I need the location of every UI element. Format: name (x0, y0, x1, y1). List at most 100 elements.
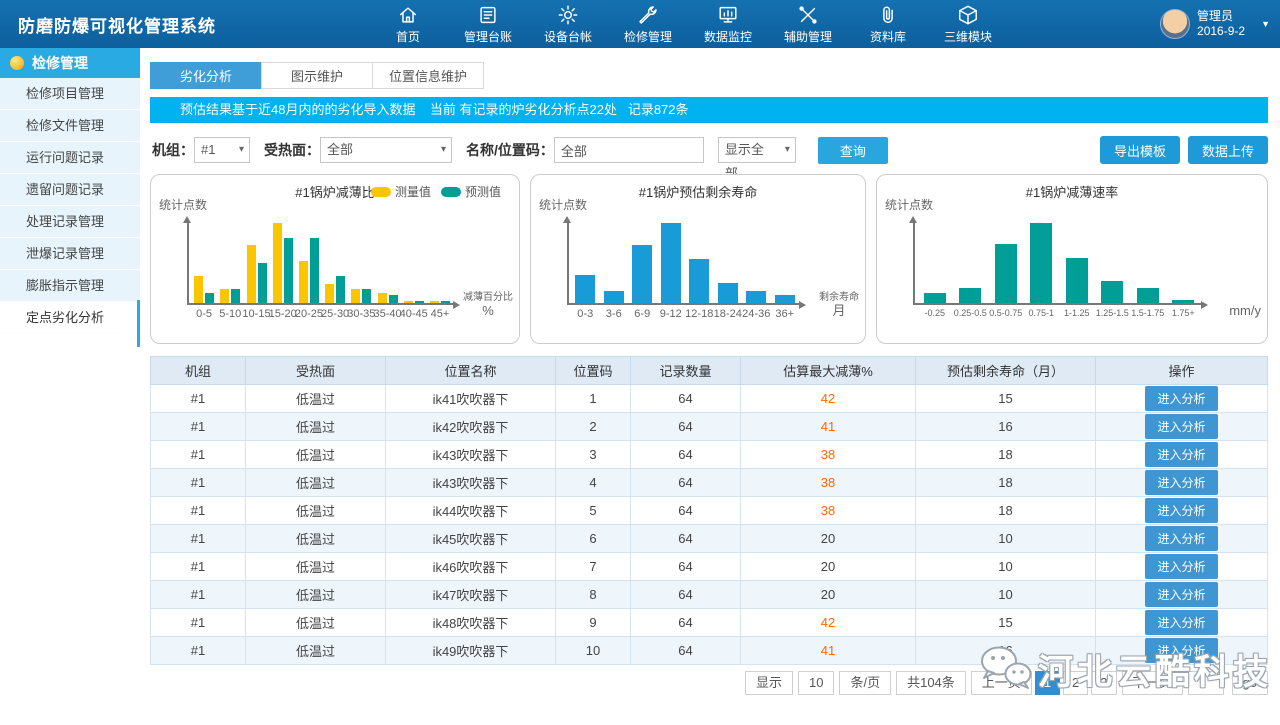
enter-analysis-button[interactable]: 进入分析 (1145, 526, 1217, 551)
enter-analysis-button[interactable]: 进入分析 (1145, 638, 1217, 663)
enter-analysis-button[interactable]: 进入分析 (1145, 498, 1217, 523)
sidebar-item-4[interactable]: 处理记录管理 (0, 206, 140, 238)
table-row-4: #1低温过ik44吹吹器下5643818进入分析 (151, 497, 1268, 525)
chevron-down-icon[interactable]: ▼ (1261, 19, 1270, 29)
cell-surface: 低温过 (246, 497, 386, 525)
surface-select[interactable]: 全部 (320, 137, 452, 163)
cell-code: 5 (556, 497, 631, 525)
nav-item-tools[interactable]: 辅助管理 (768, 4, 848, 45)
bar (430, 301, 439, 303)
nav-item-label: 设备台帐 (544, 28, 592, 45)
chart-x-unit: mm/y (1229, 304, 1261, 317)
unit-select[interactable]: #1 (194, 137, 250, 163)
axis-tick-label: 9-12 (660, 308, 682, 320)
unit-label: 机组： (152, 140, 194, 160)
enter-analysis-button[interactable]: 进入分析 (1145, 610, 1217, 635)
enter-analysis-button[interactable]: 进入分析 (1145, 554, 1217, 579)
cell-action: 进入分析 (1096, 385, 1268, 413)
sidebar-item-3[interactable]: 遗留问题记录 (0, 174, 140, 206)
tools-icon (797, 4, 819, 26)
chart-plot: -0.250.25-0.50.5-0.750.75-11-1.251.25-1.… (913, 221, 1203, 305)
axis-tick-label: 20-25 (295, 308, 323, 320)
cell-life: 18 (916, 469, 1096, 497)
bar (336, 276, 345, 303)
sidebar-item-7[interactable]: 定点劣化分析 (0, 302, 140, 334)
export-template-button[interactable]: 导出模板 (1100, 136, 1180, 164)
sidebar-item-1[interactable]: 检修文件管理 (0, 110, 140, 142)
axis-tick-label: 1.75+ (1172, 308, 1195, 318)
bar (351, 289, 360, 303)
cell-unit: #1 (151, 637, 246, 665)
bar-group: 9-12 (657, 221, 686, 303)
cell-code: 4 (556, 469, 631, 497)
page-number-1[interactable]: 1 (1035, 671, 1060, 695)
table-row-0: #1低温过ik41吹吹器下1644215进入分析 (151, 385, 1268, 413)
table-row-6: #1低温过ik46吹吹器下7642010进入分析 (151, 553, 1268, 581)
notice-bar: 预估结果基于近48月内的的劣化导入数据 当前 有记录的炉劣化分析点22处 记录8… (150, 97, 1268, 123)
bar (959, 288, 981, 303)
tab-1[interactable]: 图示维护 (261, 62, 373, 89)
axis-tick-label: 10-15 (242, 308, 270, 320)
enter-analysis-button[interactable]: 进入分析 (1145, 442, 1217, 467)
table-body: #1低温过ik41吹吹器下1644215进入分析#1低温过ik42吹吹器下264… (151, 385, 1268, 665)
nav-item-gear[interactable]: 设备台帐 (528, 4, 608, 45)
cell-thinning: 41 (741, 413, 916, 441)
axis-tick-label: 3-6 (606, 308, 622, 320)
nav-item-home[interactable]: 首页 (368, 4, 448, 45)
bar (220, 289, 229, 303)
chart-x-unit-main: % (463, 304, 513, 317)
sidebar-item-6[interactable]: 膨胀指示管理 (0, 270, 140, 302)
axis-tick-label: 12-18 (685, 308, 713, 320)
cell-location: ik43吹吹器下 (386, 469, 556, 497)
page-go-button[interactable]: go (1232, 671, 1268, 695)
enter-analysis-button[interactable]: 进入分析 (1145, 470, 1217, 495)
sidebar-item-5[interactable]: 泄爆记录管理 (0, 238, 140, 270)
cell-records: 64 (631, 497, 741, 525)
col-header-4: 记录数量 (631, 357, 741, 385)
cell-thinning: 20 (741, 525, 916, 553)
tab-2[interactable]: 位置信息维护 (372, 62, 484, 89)
user-menu[interactable]: 管理员 2016-9-2 ▼ (1160, 9, 1270, 39)
surface-label: 受热面： (264, 140, 320, 160)
cell-location: ik45吹吹器下 (386, 525, 556, 553)
bar-group: 40-45 (401, 221, 427, 303)
cell-life: 16 (916, 637, 1096, 665)
page-size-value[interactable]: 10 (798, 671, 834, 695)
enter-analysis-button[interactable]: 进入分析 (1145, 582, 1217, 607)
paperclip-icon (877, 4, 899, 26)
nav-item-ledger[interactable]: 管理台账 (448, 4, 528, 45)
bar-group: 0-5 (191, 221, 217, 303)
nav-item-wrench[interactable]: 检修管理 (608, 4, 688, 45)
axis-tick-label: -0.25 (924, 308, 945, 318)
sidebar-item-2[interactable]: 运行问题记录 (0, 142, 140, 174)
nav-item-paperclip[interactable]: 资料库 (848, 4, 928, 45)
cell-surface: 低温过 (246, 469, 386, 497)
cell-unit: #1 (151, 609, 246, 637)
table-row-3: #1低温过ik43吹吹器下4643818进入分析 (151, 469, 1268, 497)
bar-group: 24-36 (742, 221, 771, 303)
tab-0[interactable]: 劣化分析 (150, 62, 262, 89)
page-jump-input[interactable] (1188, 671, 1224, 695)
page-number-2[interactable]: 2 (1063, 671, 1088, 695)
data-upload-button[interactable]: 数据上传 (1188, 136, 1268, 164)
chart-legend: 测量值预测值 (371, 183, 507, 200)
nav-item-monitor[interactable]: 数据监控 (688, 4, 768, 45)
sidebar-header[interactable]: 检修管理 (0, 48, 140, 78)
enter-analysis-button[interactable]: 进入分析 (1145, 414, 1217, 439)
bar (194, 276, 203, 303)
cell-action: 进入分析 (1096, 497, 1268, 525)
show-all-select[interactable]: 显示全部 (718, 137, 796, 163)
next-page-button[interactable]: 下一页 (1122, 671, 1183, 695)
sidebar-item-0[interactable]: 检修项目管理 (0, 78, 140, 110)
cell-location: ik41吹吹器下 (386, 385, 556, 413)
page-number-3[interactable]: 3 (1091, 671, 1116, 695)
chart-plot: 0-33-66-99-1212-1818-2424-3636+ (567, 221, 801, 305)
name-code-input[interactable] (554, 137, 704, 163)
nav-item-cube[interactable]: 三维模块 (928, 4, 1008, 45)
enter-analysis-button[interactable]: 进入分析 (1145, 386, 1217, 411)
cell-action: 进入分析 (1096, 637, 1268, 665)
prev-page-button[interactable]: 上一页 (971, 671, 1032, 695)
query-button[interactable]: 查询 (818, 137, 888, 164)
cell-location: ik49吹吹器下 (386, 637, 556, 665)
pagination: 显示10条/页共104条上一页123下一页go (150, 671, 1268, 695)
